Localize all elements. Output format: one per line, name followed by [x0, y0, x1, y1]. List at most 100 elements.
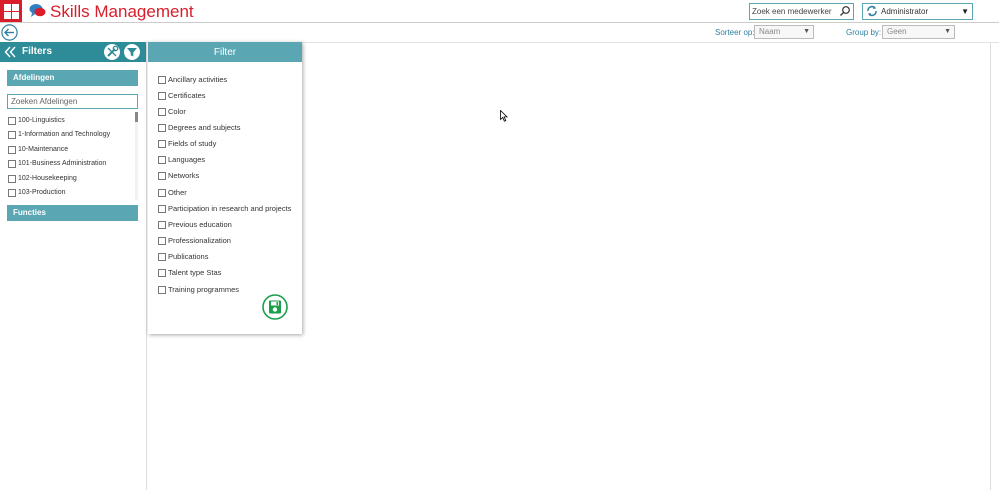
tools-icon	[107, 45, 119, 57]
dept-label: 1-Information and Technology	[18, 131, 111, 138]
filter-option-label: Color	[168, 107, 186, 116]
checkbox[interactable]	[158, 237, 166, 245]
dept-label: 10-Maintenance	[18, 146, 69, 153]
filter-button[interactable]	[124, 44, 140, 60]
dept-list-scrollbar[interactable]	[135, 112, 138, 200]
group-value: Geen	[887, 27, 907, 36]
group-select[interactable]: Geen ▼	[882, 25, 955, 39]
role-select[interactable]: Administrator ▼	[862, 3, 973, 20]
filter-option[interactable]: Fields of study	[158, 137, 298, 151]
filter-popup-title: Filter	[213, 47, 237, 58]
chevron-down-icon: ▼	[944, 28, 951, 35]
filter-option[interactable]: Languages	[158, 153, 298, 167]
scrollbar-thumb[interactable]	[135, 112, 138, 122]
filters-panel: Filters Afdelingen 100-Linguistics 1-Inf…	[0, 42, 147, 490]
filter-option-label: Ancillary activities	[168, 75, 228, 84]
checkbox[interactable]	[158, 108, 166, 116]
sort-value: Naam	[759, 27, 781, 36]
checkbox[interactable]	[158, 221, 166, 229]
dept-label: 100-Linguistics	[18, 117, 65, 124]
filter-option[interactable]: Publications	[158, 250, 298, 264]
filter-option[interactable]: Other	[158, 186, 298, 200]
tools-button[interactable]	[104, 44, 120, 60]
back-arrow-icon[interactable]	[1, 24, 18, 41]
checkbox[interactable]	[158, 269, 166, 277]
sort-label: Sorteer op:	[715, 28, 755, 37]
filter-option-label: Publications	[168, 252, 209, 261]
filter-option-label: Other	[168, 188, 187, 197]
filter-icon	[127, 48, 137, 57]
dept-label: 101-Business Administration	[18, 160, 107, 167]
group-label: Group by:	[846, 28, 882, 37]
save-icon[interactable]	[262, 294, 288, 320]
apps-grid-icon[interactable]	[0, 0, 22, 22]
list-item[interactable]: 10-Maintenance	[8, 143, 133, 157]
filter-option[interactable]: Professionalization	[158, 234, 298, 248]
sub-toolbar: Sorteer op: Naam ▼ Group by: Geen ▼	[0, 23, 999, 43]
checkbox[interactable]	[8, 189, 16, 197]
filter-option-label: Languages	[168, 155, 206, 164]
section-afdelingen[interactable]: Afdelingen	[7, 70, 138, 86]
checkbox[interactable]	[158, 253, 166, 261]
filter-option[interactable]: Networks	[158, 169, 298, 183]
checkbox[interactable]	[8, 146, 16, 154]
chat-bubbles-logo-icon	[29, 4, 46, 17]
checkbox[interactable]	[158, 124, 166, 132]
section-functies[interactable]: Functies	[7, 205, 138, 221]
checkbox[interactable]	[158, 156, 166, 164]
filter-popup-header: Filter	[148, 42, 302, 62]
checkbox[interactable]	[158, 189, 166, 197]
checkbox[interactable]	[8, 175, 16, 183]
checkbox[interactable]	[158, 286, 166, 294]
list-item[interactable]: 101-Business Administration	[8, 157, 133, 171]
list-item[interactable]: 1-Information and Technology	[8, 128, 133, 142]
filter-option[interactable]: Talent type Stas	[158, 266, 298, 280]
list-item[interactable]: 100-Linguistics	[8, 114, 133, 128]
section-functies-label: Functies	[13, 208, 46, 217]
dept-list: 100-Linguistics 1-Information and Techno…	[7, 112, 138, 200]
filter-option[interactable]: Previous education	[158, 218, 298, 232]
sort-select[interactable]: Naam ▼	[754, 25, 814, 39]
filter-option-label: Previous education	[168, 220, 232, 229]
checkbox[interactable]	[158, 76, 166, 84]
list-item[interactable]: 102-Housekeeping	[8, 172, 133, 186]
checkbox[interactable]	[8, 160, 16, 168]
filter-popup: Filter Ancillary activities Certificates…	[148, 42, 302, 334]
mouse-cursor-icon	[500, 110, 508, 122]
checkbox[interactable]	[158, 140, 166, 148]
filter-option[interactable]: Degrees and subjects	[158, 121, 298, 135]
dept-label: 103-Production	[18, 189, 66, 196]
filter-option-label: Fields of study	[168, 139, 217, 148]
filter-option-label: Participation in research and projects	[168, 204, 292, 213]
chevron-down-icon: ▼	[803, 28, 810, 35]
app-title: Skills Management	[50, 2, 194, 21]
content-border	[990, 42, 991, 490]
dept-search-input[interactable]	[11, 95, 135, 108]
list-item[interactable]: 103-Production	[8, 186, 133, 200]
top-bar: Skills Management Administrator ▼	[0, 0, 999, 23]
checkbox[interactable]	[158, 205, 166, 213]
checkbox[interactable]	[8, 117, 16, 125]
dept-search[interactable]	[7, 94, 138, 109]
filter-option[interactable]: Certificates	[158, 89, 298, 103]
filter-option[interactable]: Color	[158, 105, 298, 119]
double-chevron-left-icon[interactable]	[4, 45, 16, 59]
checkbox[interactable]	[158, 92, 166, 100]
filter-option-label: Networks	[168, 171, 200, 180]
filter-option-label: Certificates	[168, 91, 206, 100]
chevron-down-icon: ▼	[961, 7, 969, 16]
checkbox[interactable]	[158, 172, 166, 180]
filters-header: Filters	[0, 42, 146, 62]
checkbox[interactable]	[8, 131, 16, 139]
filter-option-label: Degrees and subjects	[168, 123, 241, 132]
role-value: Administrator	[881, 7, 929, 16]
search-icon[interactable]	[839, 5, 851, 17]
filter-option-label: Talent type Stas	[168, 268, 222, 277]
refresh-role-icon	[867, 5, 877, 17]
filter-option[interactable]: Participation in research and projects	[158, 202, 298, 216]
employee-search-input[interactable]	[752, 4, 836, 19]
employee-search[interactable]	[749, 3, 854, 20]
filter-option[interactable]: Ancillary activities	[158, 73, 298, 87]
section-afdelingen-label: Afdelingen	[13, 73, 55, 82]
filter-option-label: Training programmes	[168, 285, 239, 294]
